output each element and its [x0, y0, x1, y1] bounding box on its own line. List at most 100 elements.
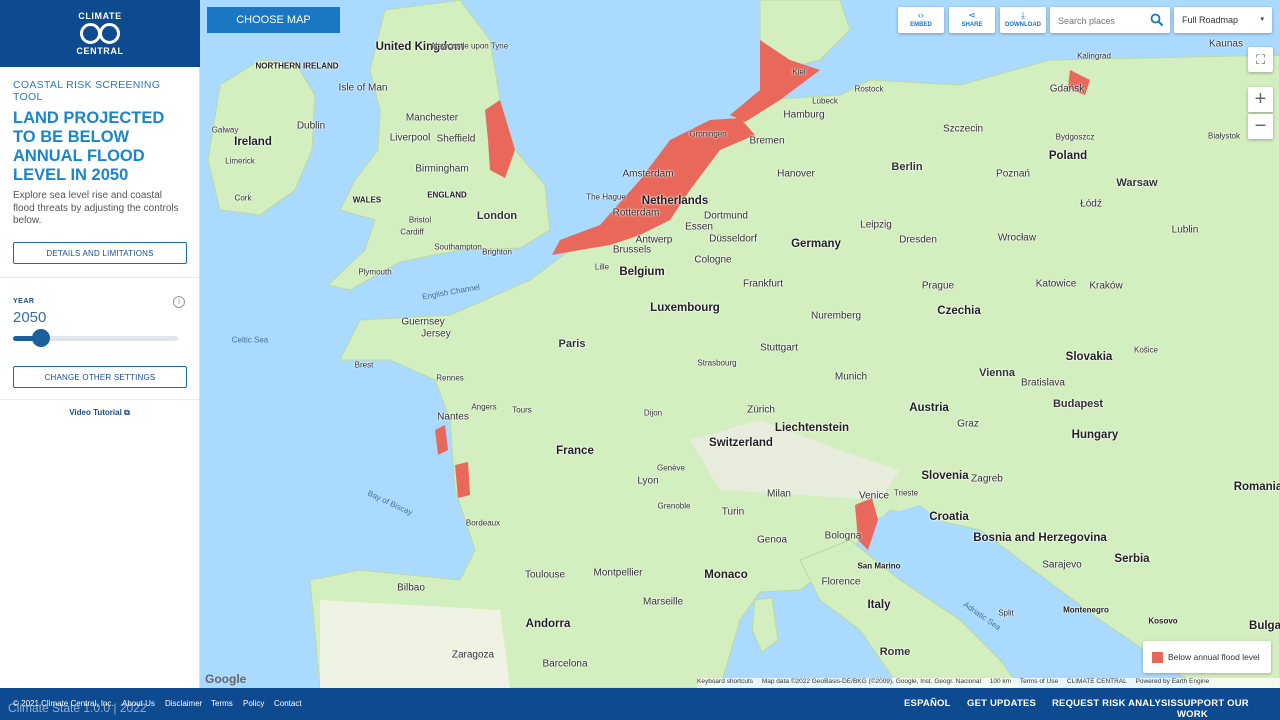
map-label-city: Cork: [234, 193, 252, 203]
logo-rings-icon: [80, 23, 120, 44]
map-label-city: Plymouth: [358, 267, 392, 277]
download-label: DOWNLOAD: [1005, 22, 1041, 28]
terms-of-use-link[interactable]: Terms of Use: [1020, 678, 1058, 685]
map-label-city: Cologne: [694, 254, 732, 266]
map-label-country: Ireland: [234, 136, 272, 148]
map-label-city: The Hague: [586, 192, 626, 202]
map-label-country: NORTHERN IRELAND: [255, 61, 339, 71]
zoom-out-button[interactable]: −: [1248, 114, 1273, 139]
plus-icon: +: [1254, 88, 1267, 110]
map-data-credit: Map data ©2022 GeoBasis-DE/BKG (©2009), …: [761, 678, 981, 685]
map-basemap[interactable]: [200, 0, 1280, 688]
land-corsica: [751, 597, 779, 653]
map-label-city: Manchester: [405, 112, 459, 124]
logo-word-bottom: CENTRAL: [76, 46, 124, 56]
keyboard-shortcuts-link[interactable]: Keyboard shortcuts: [697, 678, 753, 685]
logo-word-top: CLIMATE: [78, 11, 122, 21]
map-label-city: Isle of Man: [338, 82, 388, 94]
map-label-country: Poland: [1048, 150, 1088, 162]
search-input[interactable]: [1056, 11, 1150, 31]
footer-link-request-risk-analysis[interactable]: REQUEST RISK ANALYSIS: [1052, 698, 1177, 709]
footer-link-contact[interactable]: Contact: [274, 699, 302, 708]
map-label-country: Czechia: [937, 305, 981, 317]
map-layer-select[interactable]: Full Roadmap ▾: [1174, 7, 1272, 33]
footer-link-espanol[interactable]: ESPAÑOL: [904, 698, 951, 709]
map-label-city: Limerick: [225, 156, 255, 166]
search-box[interactable]: [1050, 7, 1170, 33]
earth-engine-credit: Powered by Earth Engine: [1135, 678, 1210, 685]
map-label-country: Germany: [791, 238, 841, 250]
map-label-city: Frankfurt: [742, 278, 784, 290]
map-label-city: Leipzig: [860, 219, 892, 231]
map-label-city: Essen: [685, 221, 713, 233]
map-label-city: Sheffield: [436, 133, 476, 145]
embed-button[interactable]: ‹› EMBED: [898, 7, 944, 33]
map-label-city: Bordeaux: [465, 518, 501, 528]
code-icon: ‹›: [918, 10, 924, 20]
search-icon[interactable]: [1150, 13, 1164, 27]
map-label-city: Brussels: [612, 244, 652, 256]
map-label-country: ENGLAND: [427, 190, 467, 200]
year-slider-handle[interactable]: [32, 328, 51, 347]
map-label-country: Montenegro: [1063, 605, 1109, 615]
map-label-city: Toulouse: [524, 569, 566, 581]
share-button[interactable]: ⋖ SHARE: [949, 7, 995, 33]
map-label-city: Dresden: [899, 234, 937, 246]
map-label-city: Birmingham: [415, 163, 469, 175]
minus-icon: −: [1254, 115, 1267, 137]
footer-link-terms[interactable]: Terms: [211, 699, 233, 708]
footer-link-disclaimer[interactable]: Disclaimer: [165, 699, 202, 708]
copyright: © 2021 Climate Central, Inc.: [13, 699, 114, 708]
map-label-city: Lille: [594, 262, 610, 272]
info-icon[interactable]: i: [173, 295, 185, 308]
caret-down-icon: ▾: [1260, 16, 1264, 23]
map-label-city: Tours: [512, 405, 532, 415]
map-label-city: Kaunas: [1209, 38, 1243, 50]
map-label-city: Gdańsk: [1049, 83, 1085, 95]
map-label-city: Paris: [558, 338, 586, 350]
map-label-city: Białystok: [1207, 131, 1241, 141]
year-label: YEAR: [13, 297, 35, 305]
map-label-country: Switzerland: [709, 437, 773, 449]
footer-link-policy[interactable]: Policy: [243, 699, 264, 708]
fullscreen-button[interactable]: ⛶: [1248, 47, 1273, 72]
year-value: 2050: [13, 308, 47, 326]
footer: Climate State 1.0.0 | 2022 © 2021 Climat…: [0, 688, 1280, 720]
sidebar-divider: [0, 276, 199, 278]
choose-map-button[interactable]: CHOOSE MAP: [207, 7, 340, 33]
map[interactable]: United Kingdom NORTHERN IRELAND Ireland …: [200, 0, 1280, 688]
video-tutorial-link[interactable]: Video Tutorial ⧉: [0, 398, 199, 418]
map-label-city: Lyon: [637, 475, 659, 487]
footer-link-support-our-work[interactable]: SUPPORT OUR WORK: [1177, 698, 1280, 720]
map-label-country: Austria: [909, 402, 949, 414]
map-label-city: Hanover: [777, 168, 815, 180]
map-label-city: Łódź: [1080, 198, 1102, 210]
google-logo: Google: [205, 672, 247, 686]
details-and-limitations-button[interactable]: DETAILS AND LIMITATIONS: [13, 241, 187, 264]
download-icon: ⤓: [1021, 10, 1025, 20]
map-label-city: London: [476, 210, 518, 222]
map-label-city: Barcelona: [542, 658, 588, 670]
map-label-city: Zagreb: [971, 473, 1003, 485]
map-label-city: Guernsey: [401, 316, 445, 328]
map-label-city: Bremen: [749, 135, 785, 147]
year-slider[interactable]: [13, 328, 186, 348]
map-label-country: Hungary: [1071, 429, 1119, 441]
change-other-settings-button[interactable]: CHANGE OTHER SETTINGS: [13, 365, 187, 388]
map-label-city: Sarajevo: [1042, 559, 1082, 571]
download-button[interactable]: ⤓ DOWNLOAD: [1000, 7, 1046, 33]
map-label-city: Bristol: [408, 215, 432, 225]
map-label-country: Romania: [1233, 481, 1280, 493]
map-label-city: Galway: [211, 125, 239, 135]
footer-link-get-updates[interactable]: GET UPDATES: [967, 698, 1036, 709]
map-label-country: Croatia: [929, 511, 969, 523]
video-tutorial-label[interactable]: Video Tutorial: [69, 408, 122, 417]
footer-link-about[interactable]: About Us: [122, 699, 155, 708]
map-label-city: Brighton: [482, 247, 512, 257]
climate-central-logo[interactable]: CLIMATE CENTRAL: [0, 0, 200, 67]
map-layer-value: Full Roadmap: [1182, 15, 1239, 25]
zoom-in-button[interactable]: +: [1248, 87, 1273, 112]
map-label-city: Poznań: [996, 168, 1030, 180]
share-icon: ⋖: [968, 10, 976, 20]
map-label-country: Slovakia: [1065, 351, 1113, 363]
